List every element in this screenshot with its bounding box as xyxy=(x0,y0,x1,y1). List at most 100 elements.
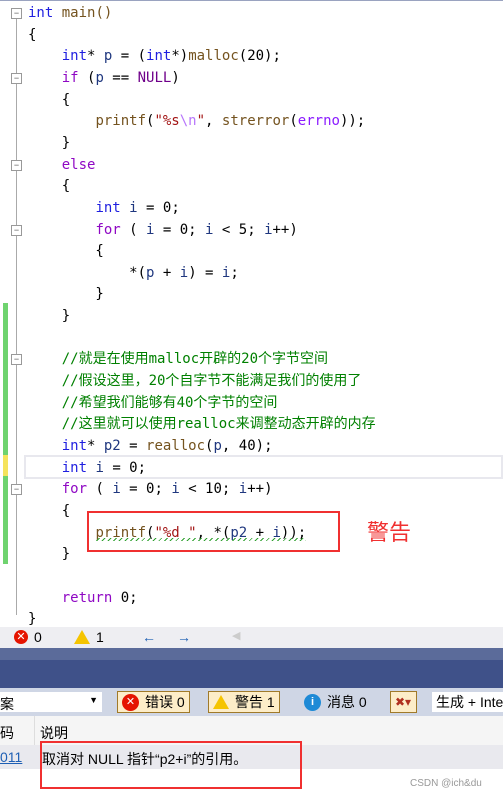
code-line[interactable]: int i = 0; xyxy=(28,198,180,219)
code-line[interactable]: //这里就可以使用realloc来调整动态开辟的内存 xyxy=(28,414,376,435)
code-line[interactable]: *(p + i) = i; xyxy=(28,263,239,284)
code-token: return xyxy=(61,589,113,606)
arrow-left-icon: ← xyxy=(142,629,156,645)
column-header-code[interactable]: 码 xyxy=(0,723,14,743)
warnings-filter-button[interactable]: 警告 1 xyxy=(208,691,280,713)
collapse-icon[interactable]: − xyxy=(11,484,22,496)
code-token: else xyxy=(61,156,96,173)
code-token: } xyxy=(28,308,71,325)
code-line[interactable]: { xyxy=(28,25,36,46)
code-token: //希望我们能够有40个字节的空间 xyxy=(28,394,278,411)
code-line[interactable]: for ( i = 0; i < 5; i++) xyxy=(28,220,297,241)
watermark: CSDN @ich&du xyxy=(410,778,482,789)
code-token: * xyxy=(87,48,104,65)
messages-filter-label: 消息 0 xyxy=(327,694,367,710)
code-token: ( xyxy=(87,481,113,498)
warning-count-value: 1 xyxy=(96,629,104,645)
code-token: = 0; xyxy=(137,199,180,216)
error-count-value: 0 xyxy=(34,629,42,645)
code-line[interactable]: int* p = (int*)malloc(20); xyxy=(28,46,281,67)
code-token: if xyxy=(61,69,79,86)
fold-guide xyxy=(16,15,17,615)
code-token: * xyxy=(87,438,104,454)
error-highlight-box xyxy=(40,741,302,789)
code-token: ) xyxy=(171,69,180,86)
code-token: \n xyxy=(179,113,197,130)
code-token: p xyxy=(95,69,104,86)
code-token: { xyxy=(28,502,71,519)
code-token: //假设这里，20个自字节不能满足我们的使用了 xyxy=(28,373,362,390)
warning-highlight-box xyxy=(87,511,340,552)
code-token: ) = xyxy=(188,264,222,281)
collapse-icon[interactable]: − xyxy=(11,354,22,366)
code-token: ; xyxy=(230,264,239,281)
warning-annotation: 警告 xyxy=(367,520,412,545)
code-token: strerror xyxy=(221,113,290,130)
code-line[interactable]: } xyxy=(28,284,103,305)
code-line[interactable]: //假设这里，20个自字节不能满足我们的使用了 xyxy=(28,371,362,392)
code-line[interactable]: } xyxy=(28,306,70,327)
code-token: i xyxy=(171,481,180,498)
warnings-filter-label: 警告 1 xyxy=(235,694,275,710)
code-token: p2 xyxy=(103,438,121,454)
code-token: 0; xyxy=(112,589,138,606)
code-line[interactable]: { xyxy=(28,241,103,262)
error-list-title-bar xyxy=(0,660,503,688)
code-line[interactable]: if (p == NULL) xyxy=(28,68,180,89)
clear-filter-button[interactable]: ✖▾ xyxy=(390,691,417,713)
code-line[interactable]: //就是在使用malloc开辟的20个字节空间 xyxy=(28,349,328,370)
code-line[interactable]: { xyxy=(28,176,70,197)
code-token: ( xyxy=(78,69,96,86)
code-token: } xyxy=(28,546,71,563)
code-token: NULL xyxy=(137,69,172,86)
code-line[interactable]: return 0; xyxy=(28,588,138,609)
code-line[interactable]: { xyxy=(28,90,70,111)
code-line[interactable]: else xyxy=(28,155,96,176)
code-line[interactable]: for ( i = 0; i < 10; i++) xyxy=(28,479,273,500)
next-issue-button[interactable]: → xyxy=(177,629,191,645)
code-line[interactable]: int* p2 = realloc(p, 40); xyxy=(28,436,273,457)
messages-filter-button[interactable]: i 消息 0 xyxy=(300,691,371,713)
collapse-icon[interactable]: − xyxy=(11,72,22,84)
error-list-toolbar: 案▼ ✕错误 0 警告 1 i消息 0 ✖▾ 生成 + IntelliSense xyxy=(0,688,503,716)
code-line[interactable]: printf("%s\n", strerror(errno)); xyxy=(28,111,365,132)
code-token: i xyxy=(238,481,248,498)
column-divider xyxy=(34,716,35,745)
collapse-icon[interactable]: − xyxy=(11,224,22,236)
code-line[interactable]: } xyxy=(28,133,70,154)
code-token: p xyxy=(213,438,222,454)
code-token: errno xyxy=(297,113,340,130)
code-token: < 10; xyxy=(179,481,239,498)
warning-count[interactable]: 1 xyxy=(74,629,104,645)
code-line[interactable]: { xyxy=(28,501,70,522)
code-token: int xyxy=(61,459,88,476)
column-header-description[interactable]: 说明 xyxy=(40,723,68,743)
scope-dropdown[interactable]: 案 ▼ xyxy=(0,692,102,712)
warning-icon xyxy=(213,695,229,709)
previous-issue-button[interactable]: ← xyxy=(142,629,156,645)
code-token: (20); xyxy=(238,48,281,65)
code-token: i xyxy=(179,264,189,281)
scroll-left-button[interactable]: ◀ xyxy=(232,629,240,642)
code-line[interactable]: //希望我们能够有40个字节的空间 xyxy=(28,393,278,414)
code-token: } xyxy=(28,134,71,151)
code-line[interactable]: int i = 0; xyxy=(28,458,146,479)
collapse-icon[interactable]: − xyxy=(11,8,22,19)
errors-filter-button[interactable]: ✕ 错误 0 xyxy=(117,691,190,713)
build-filter-dropdown[interactable]: 生成 + IntelliSense xyxy=(432,692,503,712)
code-line[interactable]: } xyxy=(28,544,70,565)
collapse-icon[interactable]: − xyxy=(11,159,22,171)
error-code-link[interactable]: 011 xyxy=(0,749,22,765)
code-token: *( xyxy=(28,264,147,281)
code-editor[interactable]: int main() −{ int* p = (int*)malloc(20); … xyxy=(0,0,503,628)
code-token: " xyxy=(196,113,206,130)
code-token: i xyxy=(264,221,273,238)
code-line[interactable]: int main() xyxy=(28,3,112,24)
error-count[interactable]: ✕ 0 xyxy=(14,629,42,645)
